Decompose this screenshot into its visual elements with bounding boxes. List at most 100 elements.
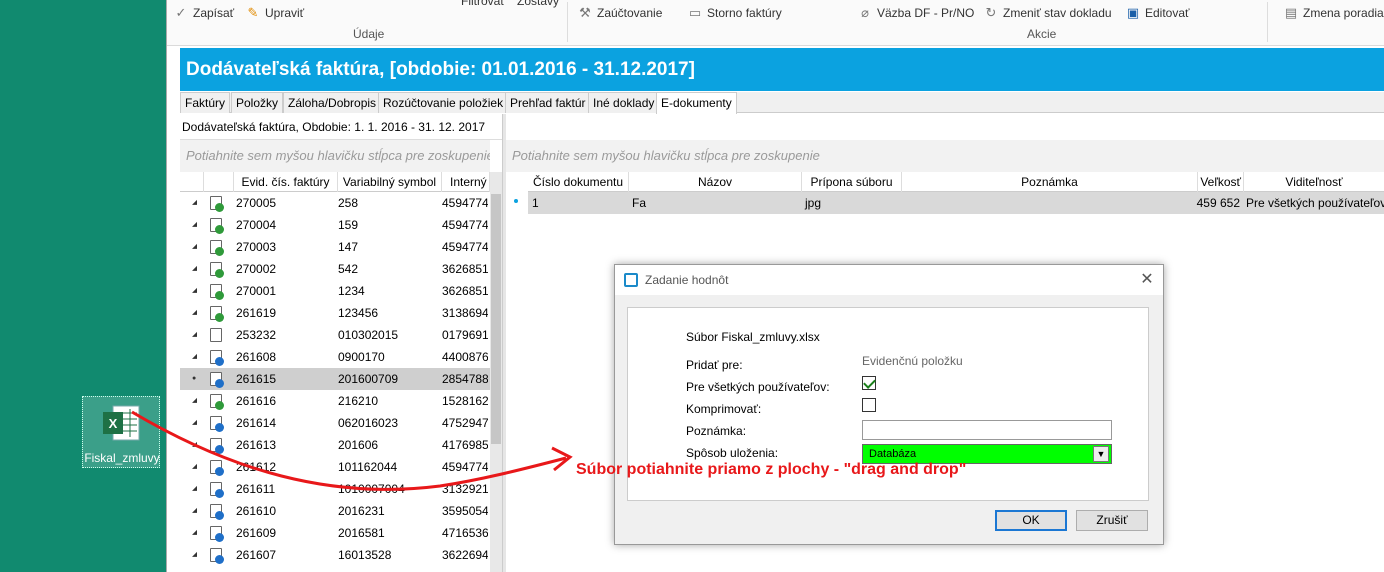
column-header-vs[interactable]: Variabilný symbol	[338, 172, 442, 192]
all-users-checkbox[interactable]	[862, 376, 876, 390]
column-header-viditelnost[interactable]: Viditeľnosť	[1244, 172, 1384, 192]
cell-evid: 270003	[236, 240, 277, 254]
table-row[interactable]: ◢ 261613 201606 4176985	[180, 434, 490, 456]
table-row[interactable]: ◢ 261608 0900170 4400876	[180, 346, 490, 368]
table-row[interactable]: ◢ 270005 258 4594774	[180, 192, 490, 214]
table-row[interactable]: ◢ 261607 16013528 3622694	[180, 544, 490, 566]
close-icon[interactable]: ✕	[1137, 265, 1157, 295]
table-row[interactable]: ◢ 261611 1010007004 3132921	[180, 478, 490, 500]
expand-row-icon[interactable]: ◢	[192, 456, 197, 478]
excel-file-icon: X	[103, 405, 140, 441]
expand-row-icon[interactable]: ◢	[192, 434, 197, 456]
post-button[interactable]: ⚒ Zaúčtovanie	[577, 4, 662, 22]
table-row[interactable]: ◢ 261614 062016023 4752947	[180, 412, 490, 434]
document-icon	[208, 302, 224, 324]
filter-button[interactable]: Filtrovať	[461, 0, 505, 10]
edocuments-grid-header: Číslo dokumentu Názov Prípona súboru Poz…	[528, 172, 1384, 192]
expand-row-icon[interactable]: ◢	[192, 478, 197, 500]
expand-row-icon[interactable]: ●	[192, 368, 196, 390]
expand-row-icon[interactable]: ◢	[192, 214, 197, 236]
change-state-label: Zmeniť stav dokladu	[1003, 6, 1112, 20]
document-icon	[208, 522, 224, 544]
document-icon	[208, 236, 224, 258]
expand-row-icon[interactable]: ◢	[192, 522, 197, 544]
reports-button[interactable]: Zostavy	[517, 0, 559, 10]
cancel-button[interactable]: Zrušiť	[1076, 510, 1148, 531]
cell-viditelnost: Pre všetkých používateľov	[1246, 196, 1384, 210]
compress-checkbox[interactable]	[862, 398, 876, 412]
cell-interny: 2854788	[442, 372, 488, 386]
expand-row-icon[interactable]: ◢	[192, 258, 197, 280]
table-row[interactable]: ◢ 261619 123456 3138694	[180, 302, 490, 324]
expand-row-icon[interactable]: ◢	[192, 544, 197, 566]
table-row[interactable]: ◢ 270002 542 3626851	[180, 258, 490, 280]
tab-prehlad[interactable]: Prehľad faktúr	[505, 92, 591, 113]
column-header-cislo[interactable]: Číslo dokumentu	[528, 172, 629, 192]
link-button[interactable]: ⌀ Väzba DF - Pr/NO	[857, 4, 974, 22]
dialog-titlebar[interactable]: Zadanie hodnôt ✕	[615, 265, 1163, 295]
invoice-list-panel: Dodávateľská faktúra, Obdobie: 1. 1. 201…	[180, 114, 502, 572]
expand-row-icon[interactable]: ◢	[192, 302, 197, 324]
order-button[interactable]: ▤ Zmena poradia	[1283, 4, 1384, 22]
expand-row-icon[interactable]: ◢	[192, 500, 197, 522]
table-row[interactable]: ◢ 261612 101162044 4594774	[180, 456, 490, 478]
table-row[interactable]: ◢ 270003 147 4594774	[180, 236, 490, 258]
document-icon	[208, 280, 224, 302]
column-header-interny[interactable]: Interný	[442, 172, 490, 192]
order-label: Zmena poradia	[1303, 6, 1384, 20]
table-row[interactable]: ◢ 261616 216210 1528162	[180, 390, 490, 412]
table-row[interactable]: ◢ 253232 010302015 0179691	[180, 324, 490, 346]
expand-row-icon[interactable]: ◢	[192, 324, 197, 346]
cell-evid: 261615	[236, 372, 277, 386]
change-state-button[interactable]: ↻ Zmeniť stav dokladu	[983, 4, 1112, 22]
expand-row-icon[interactable]: ◢	[192, 236, 197, 258]
expand-row-icon[interactable]: ◢	[192, 192, 197, 214]
table-row[interactable]: ◢ 270004 159 4594774	[180, 214, 490, 236]
scrollbar-thumb[interactable]	[491, 194, 501, 444]
cell-interny: 4400876	[442, 350, 488, 364]
expand-row-icon[interactable]: ◢	[192, 346, 197, 368]
tab-rozuctovanie[interactable]: Rozúčtovanie položiek	[378, 92, 509, 113]
cell-interny: 0179691	[442, 328, 488, 342]
tab-ine-doklady[interactable]: Iné doklady	[588, 92, 660, 113]
table-row[interactable]: ◢ 261609 2016581 4716536	[180, 522, 490, 544]
column-header-nazov[interactable]: Názov	[629, 172, 802, 192]
add-for-label: Pridať pre:	[686, 358, 743, 372]
group-by-bar[interactable]: Potiahnite sem myšou hlavičku stĺpca pre…	[506, 140, 1384, 172]
cell-interny: 4594774	[442, 240, 488, 254]
cell-velkost: 459 652	[1196, 196, 1240, 210]
expand-row-icon[interactable]: ◢	[192, 412, 197, 434]
column-header-velkost[interactable]: Veľkosť	[1198, 172, 1244, 192]
column-header-evid[interactable]: Evid. čís. faktúry	[234, 172, 338, 192]
expand-row-icon[interactable]: ◢	[192, 280, 197, 302]
table-row[interactable]: ● 261615 201600709 2854788	[180, 368, 490, 390]
tab-polozky[interactable]: Položky	[231, 92, 284, 113]
expand-row-icon[interactable]: ◢	[192, 390, 197, 412]
edit-button[interactable]: ✎ Upraviť	[245, 4, 305, 22]
drag-drop-annotation: Súbor potiahnite priamo z plochy - "drag…	[576, 461, 967, 478]
editovat-label: Editovať	[1145, 6, 1190, 20]
table-row[interactable]: ◢ 261610 2016231 3595054	[180, 500, 490, 522]
editovat-button[interactable]: ▣ Editovať	[1125, 4, 1190, 22]
tab-e-dokumenty[interactable]: E-dokumenty	[656, 92, 737, 114]
save-button[interactable]: ✓ Zapísať	[173, 4, 235, 22]
group-by-bar[interactable]: Potiahnite sem myšou hlavičku stĺpca pre…	[180, 140, 490, 172]
table-row[interactable]: ◢ 270001 1234 3626851	[180, 280, 490, 302]
note-input[interactable]	[862, 420, 1112, 440]
table-row[interactable]: 1 Fa jpg 459 652 Pre všetkých používateľ…	[528, 192, 1384, 214]
save-label: Zapísať	[193, 6, 235, 20]
column-header-poznamka[interactable]: Poznámka	[902, 172, 1198, 192]
cell-vs: 201600709	[338, 372, 399, 386]
ok-button[interactable]: OK	[995, 510, 1067, 531]
chevron-down-icon[interactable]: ▼	[1093, 446, 1109, 462]
edit-doc-icon: ▣	[1126, 5, 1140, 20]
cell-cislo: 1	[532, 196, 539, 210]
document-icon	[208, 412, 224, 434]
column-header-pripona[interactable]: Prípona súboru	[802, 172, 902, 192]
tab-zaloha[interactable]: Záloha/Dobropis	[283, 92, 382, 113]
tab-faktury[interactable]: Faktúry	[180, 92, 231, 113]
tab-bar: Faktúry Položky Záloha/Dobropis Rozúčtov…	[180, 92, 1384, 114]
cell-vs: 147	[338, 240, 359, 254]
desktop-file-icon[interactable]: X Fiskal_zmluvy	[82, 396, 160, 468]
storno-button[interactable]: ▭ Storno faktúry	[687, 4, 782, 22]
